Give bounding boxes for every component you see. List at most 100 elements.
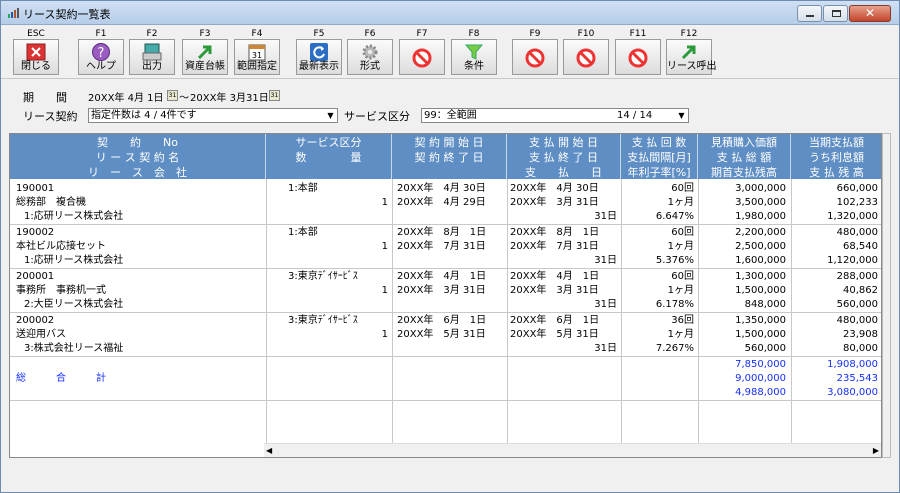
toolbar-button-esc[interactable]: 閉じる [13,39,59,75]
window-title: リース契約一覧表 [23,8,111,21]
total-interest-amount: 235,543 [836,373,878,384]
contract-end: 20XX年 5月 31日 [397,329,486,340]
column-header-line: 見積購入価額 [711,136,777,149]
chevron-down-icon: ▼ [678,111,685,120]
column-header[interactable]: 見積購入価額支 払 総 額期首支払残高 [698,134,791,179]
contract-start: 20XX年 4月 1日 [397,271,487,282]
estimated-price: 3,000,000 [735,183,786,194]
service-category: 1:本部 [288,227,318,238]
column-header-line: 契 約 No [97,136,178,149]
payment-start: 20XX年 4月 30日 [510,183,599,194]
fkey-label-f9: F9 [529,29,541,39]
contract-start: 20XX年 4月 30日 [397,183,486,194]
remaining-balance: 1,120,000 [827,255,878,266]
column-header-line: 契 約 開 始 日 [414,136,484,149]
total-opening-balance: 4,988,000 [735,387,786,398]
toolbar-button-f2[interactable]: 出力 [129,39,175,75]
lease-contract-value: 指定件数は 4 / 4件です [91,110,197,121]
service-category-select[interactable]: 99：全範囲 14 / 14 ▼ [421,108,689,123]
horizontal-scrollbar[interactable]: ◀ ▶ [264,443,881,457]
contract-start: 20XX年 8月 1日 [397,227,487,238]
toolbar-button-label: リース呼出 [667,61,717,72]
calendar-from-icon[interactable]: 31 [167,90,178,101]
remaining-balance: 80,000 [843,343,878,354]
total-total-payment: 9,000,000 [735,373,786,384]
toolbar-button-label: ヘルプ [86,61,116,72]
toolbar-button-f10[interactable] [563,39,609,75]
column-header-line: 年利子率[%] [627,166,691,179]
function-key-toolbar: ESC 閉じる F1? ヘルプ F2 出力 F3 資産台帳 F4 31 範囲指定 F5 最新表示 F6 形式… [1,25,899,79]
contract-name: 事務所 事務机一式 [16,285,106,296]
contract-name: 送迎用バス [16,329,66,340]
interest-rate: 6.178% [655,299,694,310]
interest-amount: 102,233 [836,197,878,208]
column-header[interactable]: サービス区分数 量 [266,134,392,179]
toolbar-button-f3[interactable]: 資産台帳 [182,39,228,75]
column-header-line: 支払間隔[月] [627,151,691,164]
payment-count: 60回 [671,227,694,238]
toolbar-button-label: 範囲指定 [237,61,277,72]
estimated-price: 2,200,000 [735,227,786,238]
payment-count: 60回 [671,183,694,194]
contract-start: 20XX年 6月 1日 [397,315,487,326]
disabled-icon [628,48,648,68]
contract-name: 総務部 複合機 [16,197,86,208]
toolbar-button-f5[interactable]: 最新表示 [296,39,342,75]
column-header[interactable]: 支 払 開 始 日支 払 終 了 日支 払 日 [507,134,621,179]
contract-no: 200001 [16,271,55,282]
maximize-button[interactable] [823,5,848,22]
opening-balance: 1,600,000 [735,255,786,266]
toolbar-button-f8[interactable]: 条件 [451,39,497,75]
maximize-icon [832,10,841,17]
fkey-label-f7: F7 [416,29,428,39]
toolbar-button-label: 条件 [464,61,484,72]
column-header-line: 支 払 終 了 日 [529,151,598,164]
column-header[interactable]: 契 約 No リ ー ス 契 約 名リ ー ス 会 社 [10,134,266,179]
lease-contract-list-window: リース契約一覧表 ✕ ESC 閉じる F1? ヘルプ F2 出力 F3 資産台帳 F4 31 範囲指… [0,0,900,493]
total-payment: 2,500,000 [735,241,786,252]
payment-start: 20XX年 4月 1日 [510,271,600,282]
column-header[interactable]: 支 払 回 数支払間隔[月] 年利子率[%] [621,134,698,179]
toolbar-button-f12[interactable]: リース呼出 [666,39,717,75]
column-header-line: 数 量 [295,151,362,164]
fkey-label-f6: F6 [364,29,376,39]
filter-panel: 期 間 20XX年 4月 1日 31 ～ 20XX年 3月31日 31 リース契… [1,80,899,130]
toolbar-button-f7[interactable] [399,39,445,75]
total-payment: 3,500,000 [735,197,786,208]
toolbar-button-f1[interactable]: ? ヘルプ [78,39,124,75]
column-divider [392,179,393,457]
lease-contract-select[interactable]: 指定件数は 4 / 4件です ▼ [88,108,338,123]
column-header[interactable]: 契 約 開 始 日契 約 終 了 日 [392,134,507,179]
payment-end: 20XX年 3月 31日 [510,197,599,208]
app-icon [8,8,19,18]
toolbar-button-f9[interactable] [512,39,558,75]
current-payment: 480,000 [836,227,878,238]
payment-interval: 1ヶ月 [667,329,694,340]
fkey-label-f2: F2 [146,29,158,39]
toolbar-button-f11[interactable] [615,39,661,75]
toolbar-button-f4[interactable]: 31 範囲指定 [234,39,280,75]
column-header-line: 支 払 開 始 日 [529,136,598,149]
interest-rate: 6.647% [655,211,694,222]
column-header[interactable]: 当期支払額 うち利息額支 払 残 高 [791,134,881,179]
fkey-label-f1: F1 [95,29,107,39]
remaining-balance: 1,320,000 [827,211,878,222]
title-bar: リース契約一覧表 ✕ [1,1,899,25]
payment-end: 20XX年 3月 31日 [510,285,599,296]
lease-company: 2:大臣リース株式会社 [24,299,124,310]
disabled-icon [412,48,432,68]
scroll-left-icon[interactable]: ◀ [266,446,272,455]
quantity: 1 [381,197,388,208]
period-to[interactable]: 20XX年 3月31日 [190,89,269,104]
vertical-scrollbar[interactable] [882,133,891,458]
column-header-line: 支 払 日 [525,166,602,179]
disabled-icon [525,48,545,68]
column-header-line: 期首支払残高 [711,166,777,179]
current-payment: 660,000 [836,183,878,194]
calendar-to-icon[interactable]: 31 [269,90,280,101]
scroll-right-icon[interactable]: ▶ [873,446,879,455]
minimize-button[interactable] [797,5,822,22]
period-from[interactable]: 20XX年 4月 1日 [88,89,164,104]
close-window-button[interactable]: ✕ [849,5,891,22]
toolbar-button-f6[interactable]: 形式 [347,39,393,75]
